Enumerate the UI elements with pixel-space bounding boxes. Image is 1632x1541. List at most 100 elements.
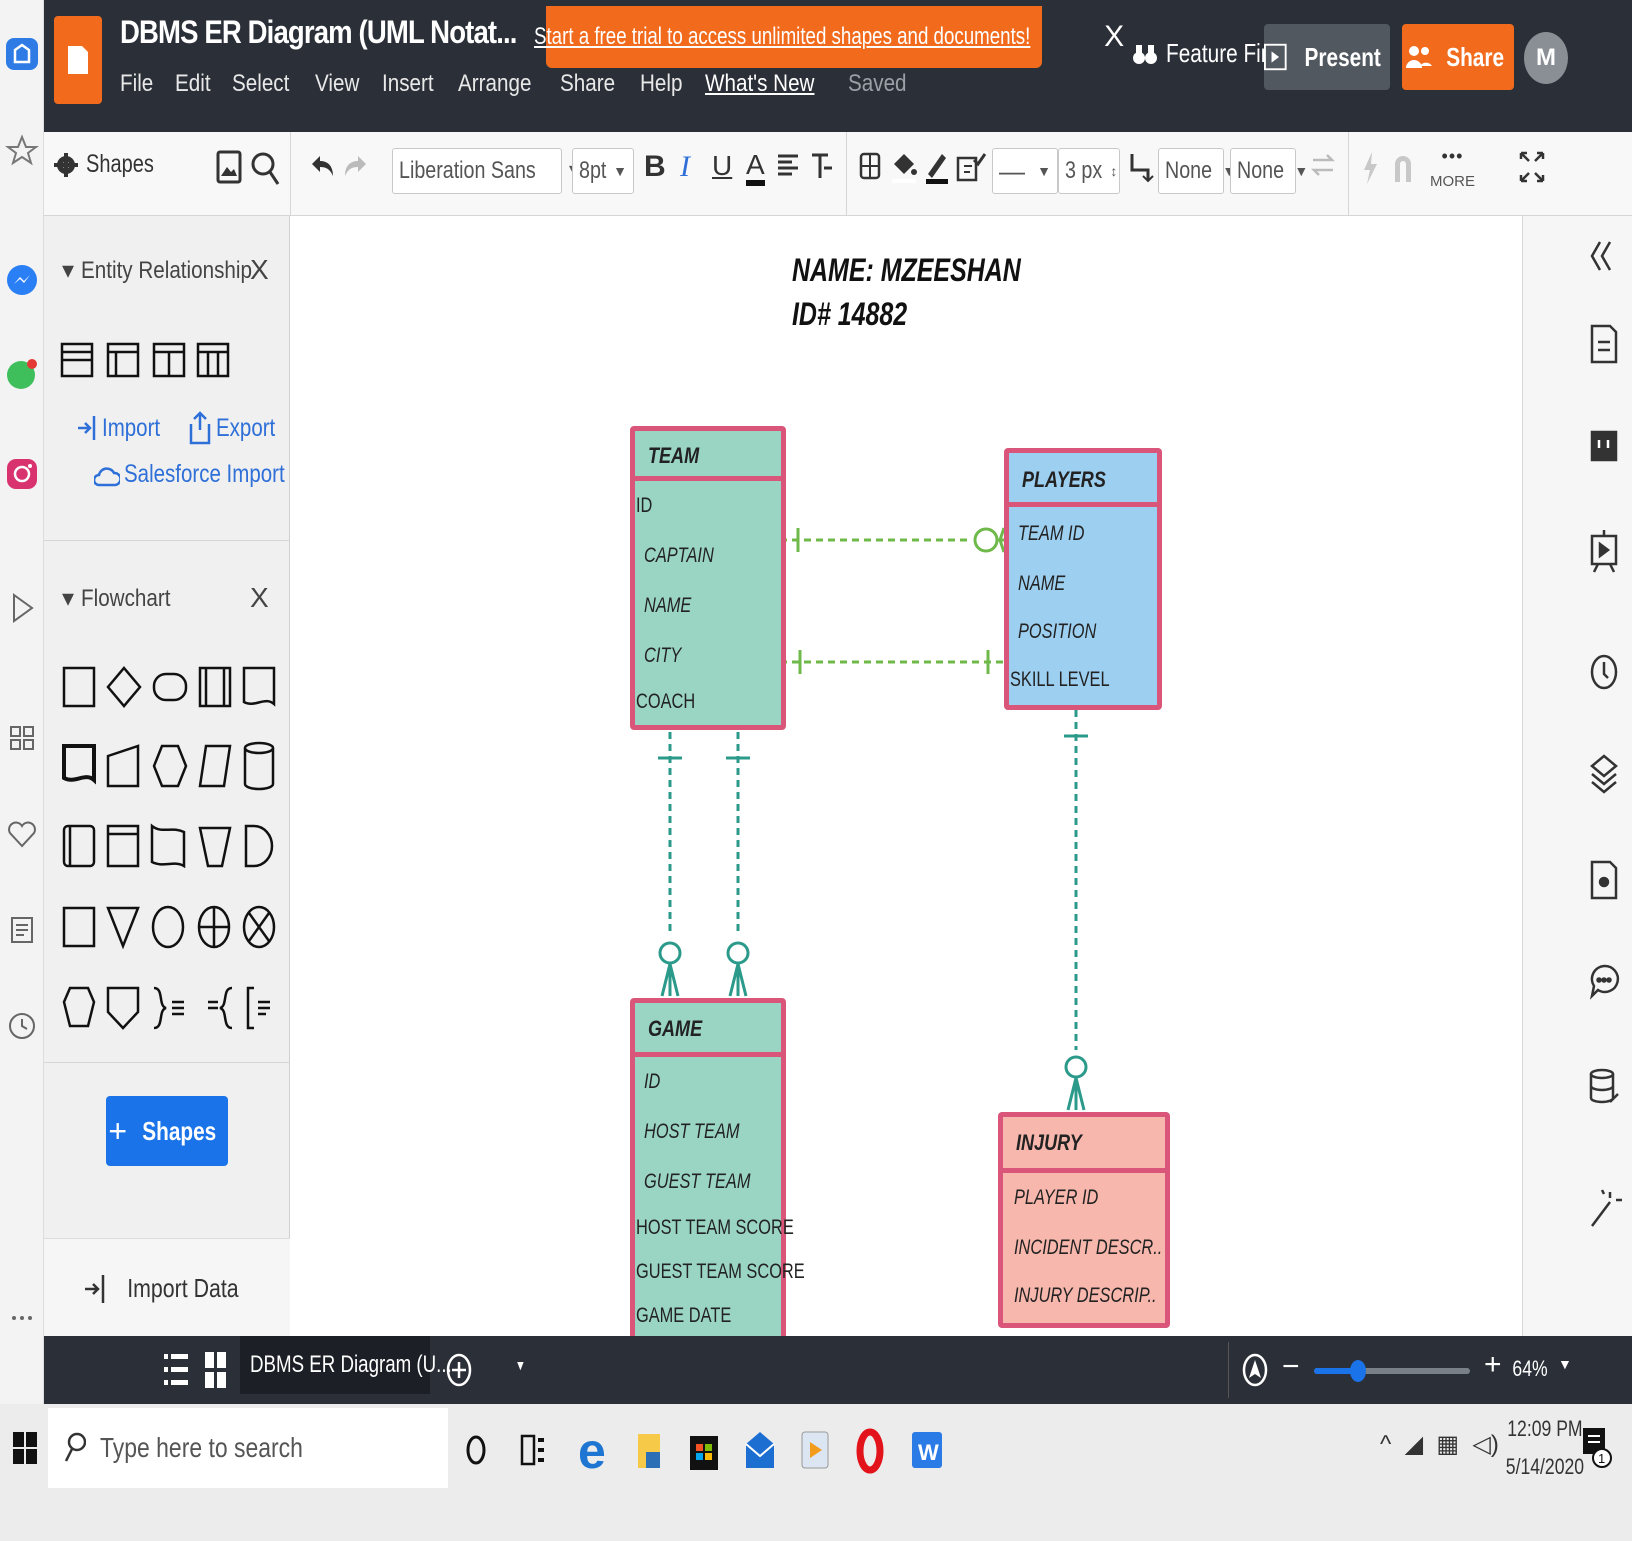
page-grid-icon[interactable] [204,1350,228,1390]
zoom-slider-thumb[interactable] [1350,1360,1366,1382]
cortana-icon[interactable] [466,1435,486,1465]
flowchart-section-header[interactable]: ▾ Flowchart [62,584,185,613]
preparation-shape[interactable] [152,744,188,788]
zoom-in-button[interactable]: + [1484,1348,1502,1382]
page-data-icon[interactable] [1590,860,1618,900]
trial-close-button[interactable]: X [1104,20,1124,54]
line-end-select[interactable]: None ▼ [1230,148,1308,194]
data-linking-icon[interactable] [1589,1068,1619,1104]
star-icon[interactable] [4,132,40,168]
line-color-icon[interactable] [924,150,950,184]
game-field-guest-team-score[interactable]: GUEST TEAM SCORE [636,1260,852,1284]
add-shapes-button[interactable]: + Shapes [106,1096,228,1166]
quote-icon[interactable] [1590,430,1618,462]
font-color-button[interactable]: A [746,150,765,186]
er-section-close[interactable]: X [250,254,269,286]
italic-button[interactable]: I [680,150,690,184]
game-field-host-team[interactable]: HOST TEAM [644,1120,767,1144]
injury-field-injury-descrip[interactable]: INJURY DESCRIP.. [1014,1284,1197,1308]
data-shape[interactable] [198,744,232,788]
menu-whats-new[interactable]: What's New [705,70,814,98]
connector-shape[interactable] [151,905,185,949]
er-entity-two-col-shape[interactable] [152,342,186,378]
style-icon[interactable] [956,150,986,184]
team-field-captain[interactable]: CAPTAIN [644,544,733,568]
game-field-id[interactable]: ID [644,1070,665,1094]
file-explorer-icon[interactable] [638,1434,660,1468]
line-width-select[interactable]: 3 px ↕ [1058,148,1120,194]
game-field-host-team-score[interactable]: HOST TEAM SCORE [636,1216,838,1240]
er-entity-key-shape[interactable] [106,342,140,378]
page-tab-dropdown-icon[interactable]: ▼ [515,1357,526,1373]
notification-icon[interactable]: 1 [1580,1424,1612,1472]
players-field-skill-level[interactable]: SKILL LEVEL [1010,668,1138,692]
internal-storage-shape[interactable] [62,824,96,868]
messenger-icon[interactable] [4,262,40,298]
or-shape[interactable] [197,905,231,949]
export-link[interactable]: Export [188,410,288,446]
bold-button[interactable]: B [644,150,666,184]
manual-operation-shape[interactable] [198,826,232,868]
zoom-slider[interactable] [1314,1360,1470,1382]
document-shape[interactable] [242,666,276,707]
entity-team[interactable] [630,426,786,730]
tape-shape[interactable] [150,823,186,869]
trial-banner[interactable]: Start a free trial to access unlimited s… [534,6,1124,68]
document-title[interactable]: DBMS ER Diagram (UML Notat... [120,14,517,51]
delay-shape[interactable] [244,824,274,868]
search-icon[interactable] [250,150,282,190]
predefined-process-shape[interactable] [198,666,232,708]
terminator-shape[interactable] [152,672,188,702]
salesforce-import-link[interactable]: Salesforce Import [94,460,320,489]
opera-icon[interactable] [856,1428,884,1474]
navigate-icon[interactable] [1240,1350,1270,1390]
page-tab[interactable]: DBMS ER Diagram (U... ▼ [240,1336,526,1394]
add-page-icon[interactable] [444,1350,474,1390]
off-page-connector-shape[interactable] [106,986,140,1030]
game-field-guest-team[interactable]: GUEST TEAM [644,1170,781,1194]
font-family-select[interactable]: Liberation Sans▼ [392,148,582,194]
history-icon[interactable] [1590,654,1618,690]
line-start-select[interactable]: None▼ [1158,148,1236,194]
media-app-icon[interactable] [801,1431,829,1469]
heart-icon[interactable] [4,816,40,852]
trial-banner-text[interactable]: Start a free trial to access unlimited s… [534,23,1030,51]
team-field-name[interactable]: NAME [644,594,705,618]
team-field-city[interactable]: CITY [644,644,692,668]
store-icon[interactable] [690,1436,718,1470]
task-view-icon[interactable] [520,1434,544,1466]
brace-right-shape[interactable] [153,986,167,1030]
mail-icon[interactable] [745,1432,775,1468]
underline-button[interactable]: U [712,150,732,182]
process-shape[interactable] [62,666,96,708]
word-icon[interactable]: W [912,1432,942,1468]
redo-icon[interactable] [342,150,370,180]
menu-insert[interactable]: Insert [382,70,434,98]
lightning-icon[interactable] [1360,150,1380,186]
zoom-level-select[interactable]: 64% ▼ [1508,1356,1572,1382]
import-data-button[interactable]: Import Data [44,1238,290,1338]
instagram-icon[interactable] [4,456,40,492]
shapes-panel-toggle[interactable]: Shapes [54,150,171,179]
import-link[interactable]: Import [76,412,173,444]
game-field-game-date[interactable]: GAME DATE [636,1304,758,1328]
grid-icon[interactable] [4,720,40,756]
line-style-select[interactable]: — ▼ [992,148,1058,194]
er-entity-three-col-shape[interactable] [196,342,230,378]
layers-icon[interactable] [1590,754,1618,794]
page-settings-icon[interactable] [1590,324,1618,364]
er-entity-shape[interactable] [60,342,94,378]
players-field-name[interactable]: NAME [1018,572,1079,596]
menu-file[interactable]: File [120,70,153,98]
zoom-out-button[interactable]: − [1282,1350,1300,1384]
decision-shape[interactable] [106,666,142,708]
connector-style-icon[interactable] [1128,150,1154,184]
menu-help[interactable]: Help [640,70,682,98]
flowchart-section-close[interactable]: X [250,582,269,614]
system-tray[interactable]: ^ ◢ ▦ ◁) [1380,1430,1499,1459]
players-field-team-id[interactable]: TEAM ID [1018,522,1103,546]
comment-icon[interactable] [1589,964,1620,1000]
taskbar-search-box[interactable]: Type here to search [48,1408,448,1488]
undo-icon[interactable] [308,150,336,180]
more-icon[interactable] [4,1300,40,1336]
